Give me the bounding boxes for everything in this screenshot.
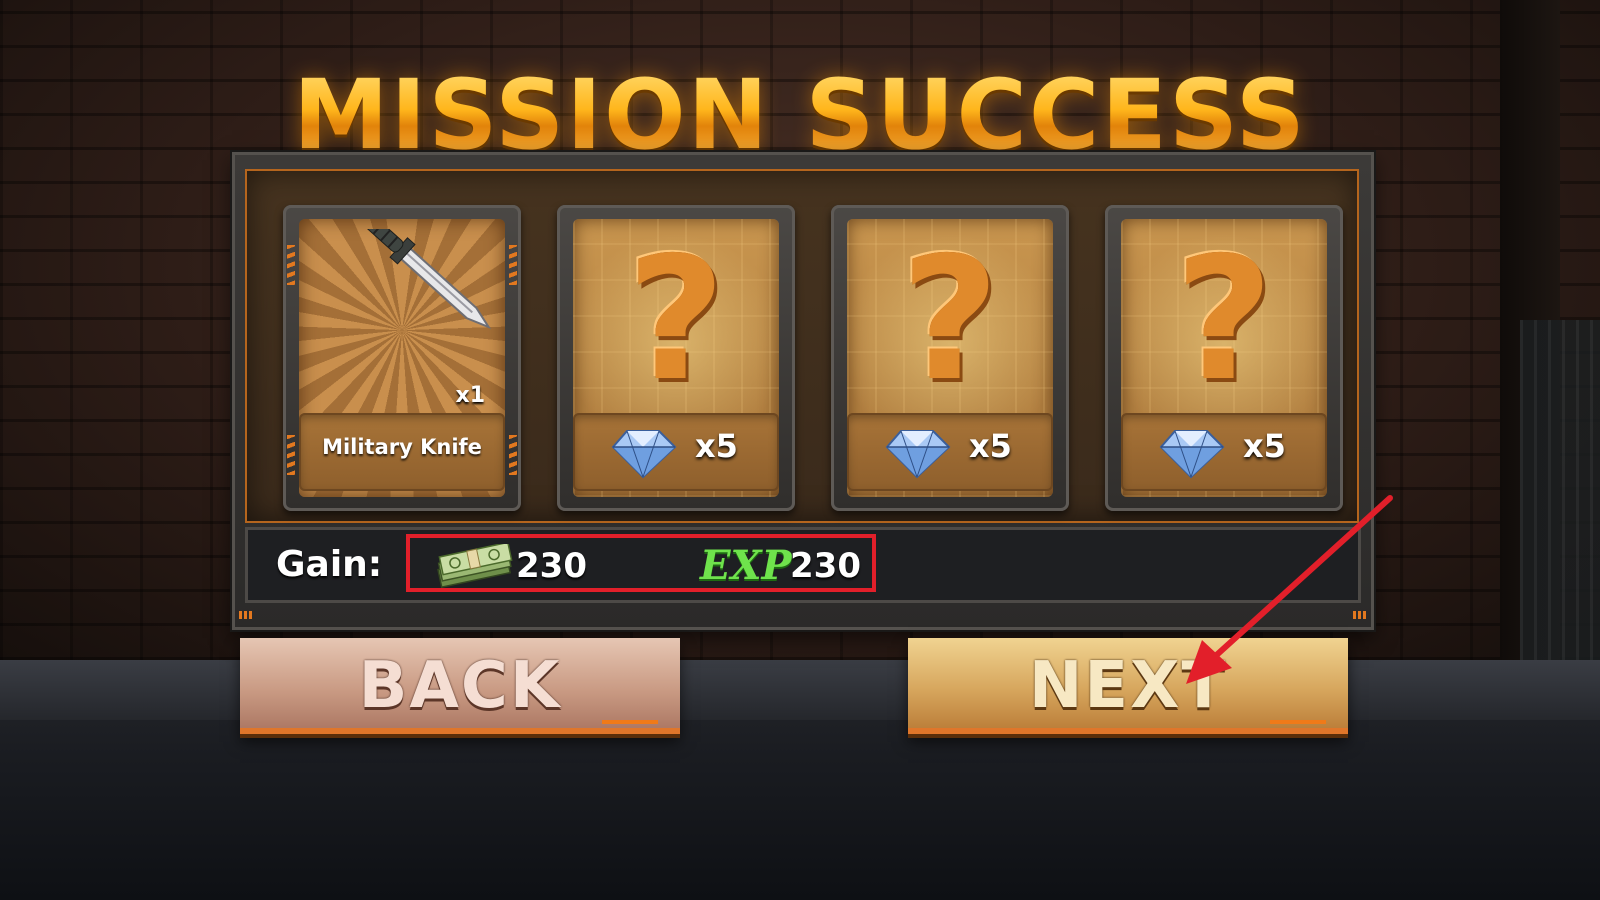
reward-item-name: Military Knife [322, 435, 482, 459]
card-label-panel: Military Knife [299, 413, 505, 491]
question-mark-icon: ? [1174, 221, 1274, 419]
button-accent-decoration [602, 720, 658, 724]
reward-card-mystery[interactable]: ? x5 [1105, 205, 1343, 511]
gain-label: Gain: [276, 544, 383, 585]
diamond-icon [611, 430, 677, 479]
button-accent-decoration [1270, 720, 1326, 724]
gain-highlight-box: 230 EXP 230 [406, 534, 876, 592]
exp-gain-value: 230 [790, 546, 861, 586]
card-label-panel: x5 [573, 413, 779, 491]
card-stripe-decoration [509, 245, 517, 285]
reward-card-mystery[interactable]: ? x5 [557, 205, 795, 511]
card-stripe-decoration [287, 245, 295, 285]
exp-label: EXP [700, 542, 792, 589]
reward-card-mystery[interactable]: ? x5 [831, 205, 1069, 511]
card-stripe-decoration [287, 435, 295, 475]
diamond-icon [1159, 430, 1225, 479]
card-label-panel: x5 [847, 413, 1053, 491]
background-fence [1520, 320, 1600, 660]
knife-quantity: x1 [455, 383, 486, 408]
annotation-arrow-icon [1186, 495, 1393, 684]
card-label-panel: x5 [1121, 413, 1327, 491]
question-mark-icon: ? [900, 221, 1000, 419]
question-mark-icon: ? [626, 221, 726, 419]
diamond-icon [885, 430, 951, 479]
reward-cards: x1 Military Knife ? x5 ? x5 ? x5 [283, 205, 1343, 511]
back-button[interactable]: BACK [240, 638, 680, 734]
diamond-quantity: x5 [969, 427, 1012, 465]
panel-corner-decoration [239, 611, 253, 619]
diamond-quantity: x5 [695, 427, 738, 465]
button-edge-decoration [908, 728, 1348, 734]
button-edge-decoration [240, 728, 680, 734]
cash-stack-icon [437, 544, 513, 588]
reward-card-knife[interactable]: x1 Military Knife [283, 205, 521, 511]
back-button-label: BACK [358, 649, 562, 723]
reward-cards-area: x1 Military Knife ? x5 ? x5 ? x5 [245, 169, 1359, 523]
diamond-quantity: x5 [1243, 427, 1286, 465]
card-stripe-decoration [509, 435, 517, 475]
money-gain-value: 230 [516, 546, 587, 586]
